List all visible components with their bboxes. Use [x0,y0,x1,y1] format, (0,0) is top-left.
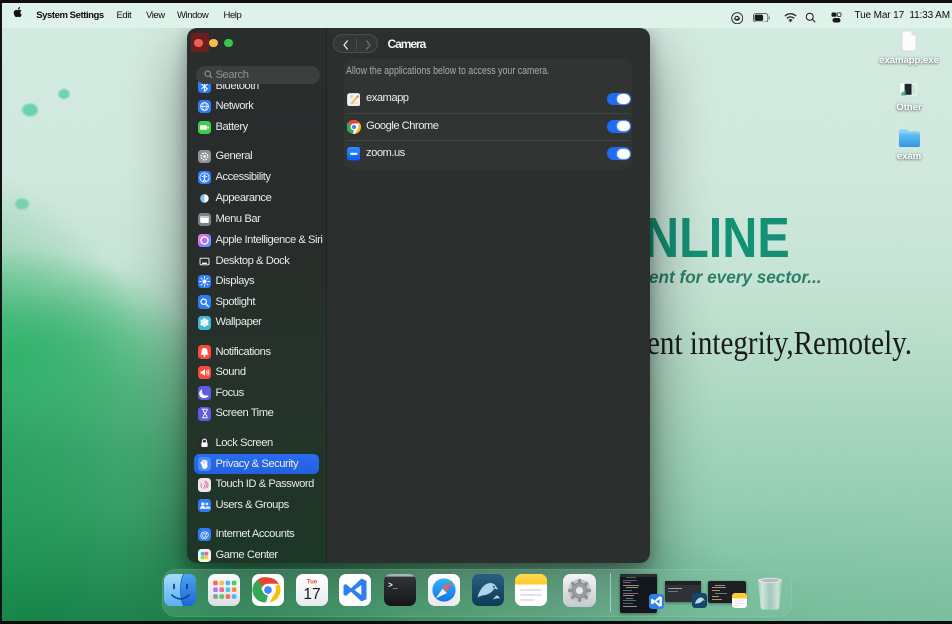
svg-text:Tue: Tue [307,580,318,586]
svg-text:17: 17 [303,586,320,603]
svg-text:@: @ [200,530,209,541]
svg-text:>_: >_ [388,582,398,591]
